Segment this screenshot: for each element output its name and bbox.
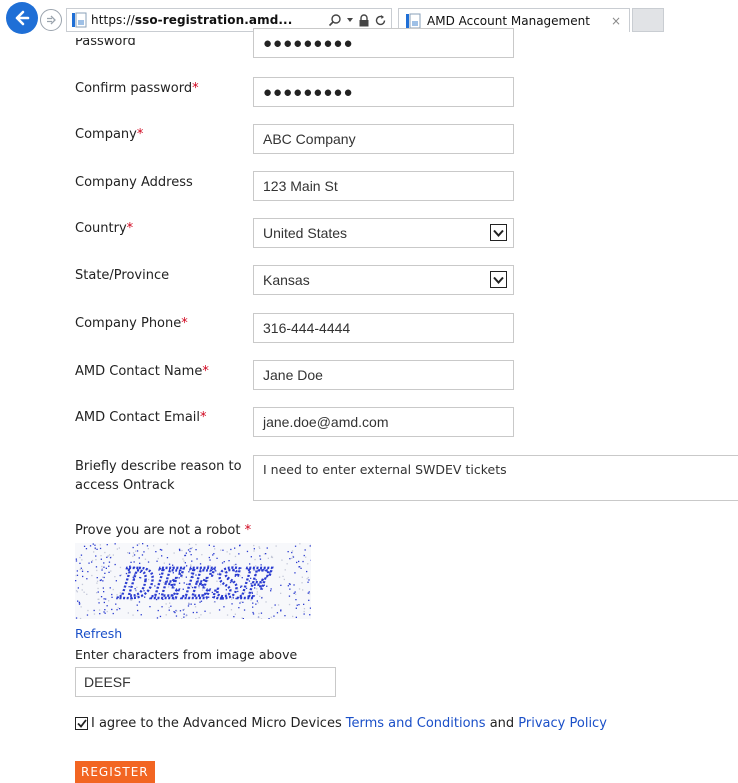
state-province-select[interactable]: Kansas <box>253 265 514 295</box>
svg-text:DEESF: DEESF <box>115 557 274 608</box>
country-value: United States <box>263 225 348 241</box>
refresh-captcha-link[interactable]: Refresh <box>75 626 122 641</box>
company-address-field[interactable]: 123 Main St <box>253 171 514 201</box>
contact-email-value: jane.doe@amd.com <box>263 414 389 430</box>
chevron-down-icon[interactable] <box>490 224 507 241</box>
password-value: ●●●●●●●●● <box>263 34 354 52</box>
reason-textarea[interactable]: I need to enter external SWDEV tickets <box>253 455 738 501</box>
agree-and-text: and <box>485 716 519 731</box>
company-field[interactable]: ABC Company <box>253 124 514 154</box>
reason-value: I need to enter external SWDEV tickets <box>263 462 507 477</box>
search-icon[interactable] <box>328 13 342 27</box>
captcha-image: DEESF <box>75 543 312 620</box>
arrow-left-icon <box>15 10 30 26</box>
country-label: Country* <box>75 221 134 236</box>
contact-email-label: AMD Contact Email* <box>75 410 207 425</box>
confirm-password-label: Confirm password* <box>75 81 199 96</box>
country-select[interactable]: United States <box>253 218 514 248</box>
register-button[interactable]: REGISTER <box>75 761 155 783</box>
back-button[interactable] <box>6 2 38 34</box>
page-icon <box>406 13 421 28</box>
new-tab-button[interactable] <box>632 8 664 32</box>
chevron-down-icon[interactable] <box>490 271 507 288</box>
forward-button[interactable] <box>40 9 62 31</box>
contact-email-field[interactable]: jane.doe@amd.com <box>253 407 514 437</box>
robot-check-label: Prove you are not a robot * <box>75 523 252 538</box>
captcha-prompt: Enter characters from image above <box>75 647 298 662</box>
reason-label: Briefly describe reason to access Ontrac… <box>75 459 242 493</box>
confirm-password-value: ●●●●●●●●● <box>263 83 354 101</box>
company-phone-value: 316-444-4444 <box>263 320 351 336</box>
state-province-label: State/Province <box>75 268 170 283</box>
confirm-password-field[interactable]: ●●●●●●●●● <box>253 77 514 107</box>
arrow-right-icon <box>47 15 56 25</box>
agree-text: I agree to the Advanced Micro Devices <box>91 716 342 731</box>
url-text: https://sso-registration.amd... <box>91 13 293 27</box>
tab-title: AMD Account Management <box>427 13 590 28</box>
contact-name-field[interactable]: Jane Doe <box>253 360 514 390</box>
contact-name-value: Jane Doe <box>263 367 323 383</box>
checkmark-icon <box>76 719 87 728</box>
refresh-icon[interactable] <box>374 14 387 27</box>
dropdown-icon[interactable] <box>346 16 354 24</box>
close-icon[interactable]: × <box>611 14 621 28</box>
agree-checkbox[interactable] <box>75 717 88 730</box>
state-province-value: Kansas <box>263 272 310 288</box>
lock-icon[interactable] <box>358 13 370 27</box>
company-label: Company* <box>75 127 144 142</box>
password-field[interactable]: ●●●●●●●●● <box>253 28 514 58</box>
captcha-input-value: DEESF <box>84 674 131 690</box>
company-phone-label: Company Phone* <box>75 316 188 331</box>
page-icon <box>72 12 87 28</box>
company-address-label: Company Address <box>75 175 193 190</box>
contact-name-label: AMD Contact Name* <box>75 364 209 379</box>
privacy-policy-link[interactable]: Privacy Policy <box>518 716 607 731</box>
agree-row: I agree to the Advanced Micro Devices Te… <box>75 716 607 731</box>
company-phone-field[interactable]: 316-444-4444 <box>253 313 514 343</box>
terms-link[interactable]: Terms and Conditions <box>346 716 486 731</box>
company-value: ABC Company <box>263 131 356 147</box>
company-address-value: 123 Main St <box>263 178 338 194</box>
captcha-input[interactable]: DEESF <box>75 667 336 697</box>
